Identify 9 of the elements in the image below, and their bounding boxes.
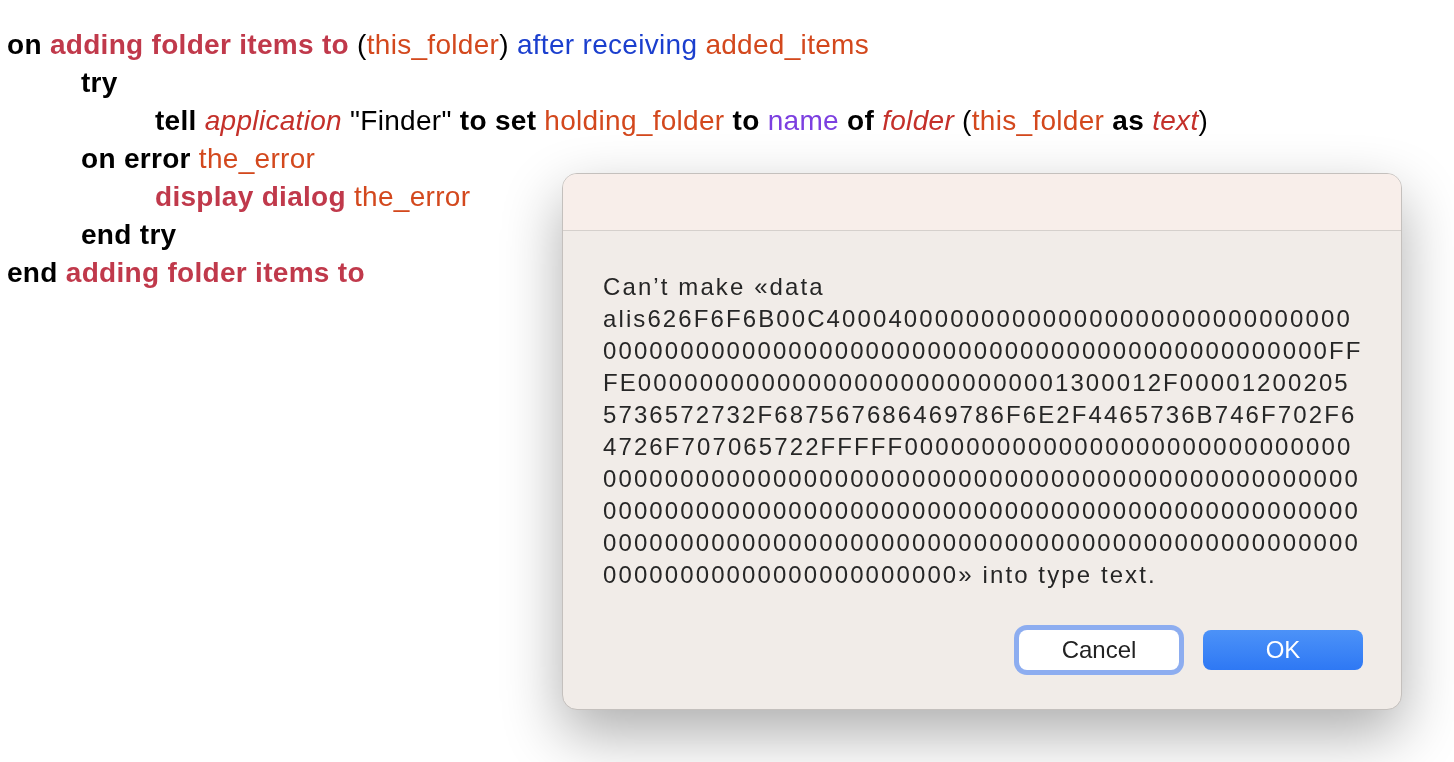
code-line: display dialog the_error bbox=[155, 180, 471, 214]
code-line: on adding folder items to (this_folder) after receiving added_items bbox=[7, 28, 869, 62]
code-line: end adding folder items to bbox=[7, 256, 365, 290]
ok-button[interactable]: OK bbox=[1203, 630, 1363, 670]
error-message: Can’t make «data alis626F6F6B00C400040000000000000000000000000000000000000000000000000000000000000000000000000000FFFE0000000000000000000000000001300012F000012002055736572732F687567686469786F6E2F4465736B746F702F64726F707065722FFFFF0000000000000000000000000000000000000000000000000000000000000000000000000000000000000000000000000000000000000000000000000000000000000000000000000000000000000000000000000000000000000000000000000000000» into type text. bbox=[603, 272, 1363, 590]
code-line: on error the_error bbox=[81, 142, 316, 176]
code-line: end try bbox=[81, 218, 177, 252]
code-line: try bbox=[81, 66, 118, 100]
code-line: tell application "Finder" to set holding_folder to name of folder (this_folder as text) bbox=[155, 104, 1209, 138]
